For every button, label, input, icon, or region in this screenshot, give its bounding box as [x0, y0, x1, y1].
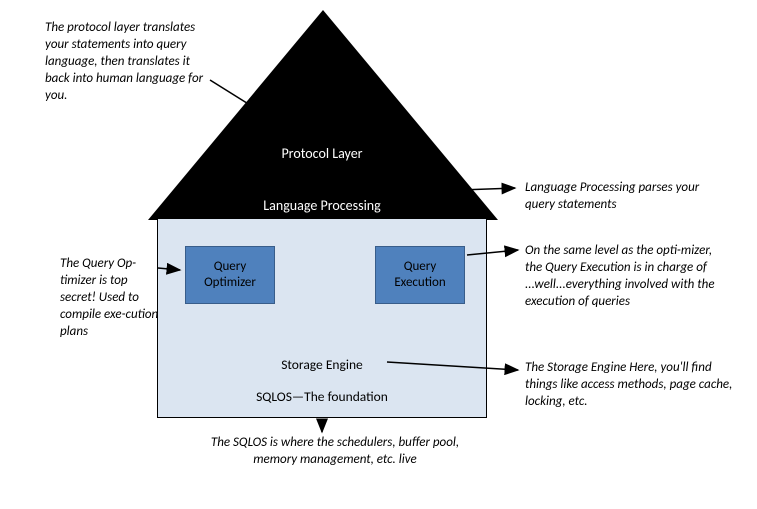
annotation-optimizer: The Query Op-timizer is top secret! Used… [60, 256, 160, 340]
annotation-protocol: The protocol layer translates your state… [45, 20, 205, 104]
annotation-storage: The Storage Engine Here, you'll find thi… [525, 360, 735, 411]
annotation-language-processing: Language Processing parses your query st… [525, 180, 705, 214]
query-optimizer-box: Query Optimizer [185, 246, 275, 304]
annotation-sqlos: The SQLOS is where the schedulers, buffe… [210, 435, 460, 469]
protocol-layer-label: Protocol Layer [222, 145, 422, 162]
query-execution-box: Query Execution [375, 246, 465, 304]
language-processing-label: Language Processing [222, 197, 422, 214]
storage-engine-label: Storage Engine [222, 356, 422, 373]
query-execution-text: Query Execution [394, 259, 445, 290]
annotation-execution: On the same level as the opti-mizer, the… [525, 243, 725, 311]
query-optimizer-text: Query Optimizer [204, 259, 256, 290]
sqlos-label: SQLOS—The foundation [222, 388, 422, 405]
